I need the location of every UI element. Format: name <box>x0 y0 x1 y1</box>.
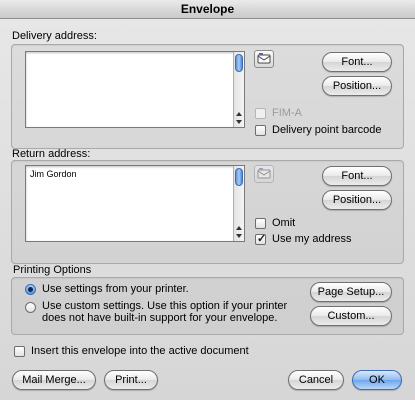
envelope-dialog: Delivery address: Font... Position... FI… <box>0 19 415 400</box>
omit-label: Omit <box>272 217 296 229</box>
delivery-address-field[interactable] <box>25 51 245 128</box>
return-address-field[interactable]: Jim Gordon <box>25 165 245 242</box>
use-printer-settings-radio[interactable] <box>25 284 36 295</box>
use-custom-settings-radio[interactable] <box>25 302 36 313</box>
custom-button[interactable]: Custom... <box>310 306 392 326</box>
scroll-up-arrow-icon[interactable] <box>236 226 242 230</box>
return-address-label: Return address: <box>12 148 91 160</box>
window-title: Envelope <box>0 0 415 19</box>
cancel-button[interactable]: Cancel <box>288 370 344 390</box>
delivery-font-button[interactable]: Font... <box>322 52 392 72</box>
delivery-barcode-checkbox[interactable] <box>255 125 266 136</box>
delivery-address-label: Delivery address: <box>12 30 97 42</box>
delivery-position-button[interactable]: Position... <box>322 76 392 96</box>
use-printer-settings-label: Use settings from your printer. <box>42 283 189 295</box>
return-address-text: Jim Gordon <box>30 169 77 179</box>
page-setup-button[interactable]: Page Setup... <box>310 282 392 302</box>
return-font-button[interactable]: Font... <box>322 166 392 186</box>
delivery-barcode-label: Delivery point barcode <box>272 124 382 136</box>
use-custom-settings-label: Use custom settings. Use this option if … <box>42 300 288 324</box>
insert-envelope-checkbox[interactable] <box>14 346 25 357</box>
return-address-book-icon <box>254 165 274 183</box>
use-my-address-checkbox[interactable]: ✓ <box>255 233 267 245</box>
fim-a-label: FIM-A <box>272 107 302 119</box>
return-scroll-thumb[interactable] <box>235 168 243 186</box>
print-button[interactable]: Print... <box>104 370 158 390</box>
checkmark-icon: ✓ <box>257 233 267 245</box>
scroll-down-arrow-icon[interactable] <box>236 120 242 124</box>
printing-options-label: Printing Options <box>13 264 92 276</box>
ok-button[interactable]: OK <box>352 370 402 390</box>
printing-options-group: Use settings from your printer. Use cust… <box>11 277 404 335</box>
scroll-down-arrow-icon[interactable] <box>236 234 242 238</box>
return-position-button[interactable]: Position... <box>322 190 392 210</box>
address-book-icon[interactable] <box>254 50 274 68</box>
mail-merge-button[interactable]: Mail Merge... <box>12 370 96 390</box>
scroll-up-arrow-icon[interactable] <box>236 112 242 116</box>
return-scrollbar[interactable] <box>233 166 244 241</box>
delivery-scrollbar[interactable] <box>233 52 244 127</box>
fim-a-checkbox[interactable] <box>255 108 266 119</box>
delivery-address-group: Font... Position... FIM-A Delivery point… <box>11 44 404 149</box>
omit-checkbox[interactable] <box>255 218 266 229</box>
delivery-scroll-thumb[interactable] <box>235 54 243 72</box>
return-address-group: Jim Gordon Font... Position... Omit ✓ Us… <box>11 160 404 264</box>
radio-dot-icon <box>28 287 33 292</box>
insert-envelope-label: Insert this envelope into the active doc… <box>31 345 249 357</box>
use-my-address-label: Use my address <box>272 233 352 245</box>
